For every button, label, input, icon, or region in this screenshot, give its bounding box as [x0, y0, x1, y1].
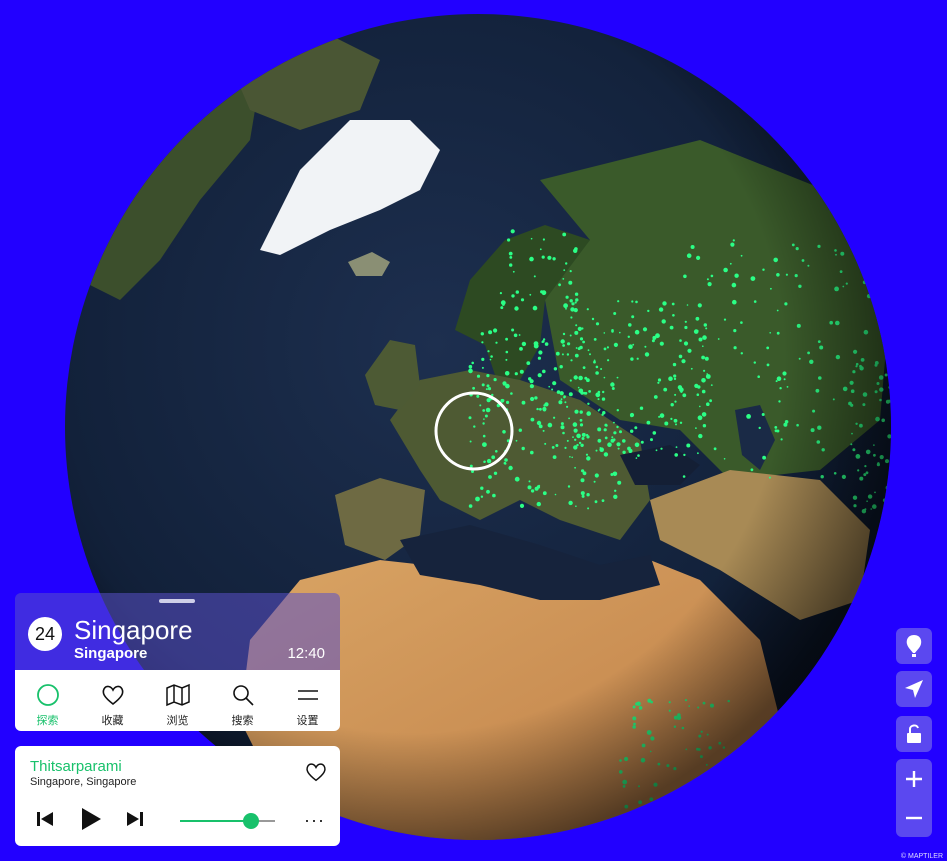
track-location: Singapore, Singapore	[30, 776, 137, 788]
nav-favorites-label: 收藏	[101, 715, 124, 727]
map-attribution[interactable]: © MAPTILER	[901, 853, 943, 860]
zoom-controls	[896, 759, 932, 837]
previous-icon[interactable]	[35, 808, 55, 830]
nav-explore[interactable]: 探索	[15, 670, 80, 731]
lock-icon	[907, 724, 921, 743]
player-card: Thitsarparami Singapore, Singapore ···	[15, 746, 340, 846]
station-dot[interactable]	[628, 813, 633, 818]
local-time: 12:40	[287, 645, 325, 662]
lock-button[interactable]	[896, 716, 932, 752]
next-icon[interactable]	[125, 808, 145, 830]
zoom-out-button[interactable]	[896, 798, 932, 837]
nav-search[interactable]: 搜索	[210, 670, 275, 731]
nav-browse-label: 浏览	[166, 715, 189, 727]
balloon-button[interactable]	[896, 628, 932, 664]
play-icon[interactable]	[79, 806, 103, 832]
nav-search-label: 搜索	[231, 715, 254, 727]
nav-favorites[interactable]: 收藏	[80, 670, 145, 731]
search-icon	[232, 685, 254, 706]
volume-fill	[180, 820, 252, 822]
station-dot[interactable]	[706, 807, 710, 812]
station-name: Singapore	[74, 615, 193, 645]
station-dot[interactable]	[702, 795, 707, 800]
globe-map[interactable]	[0, 0, 947, 861]
heart-icon	[102, 685, 123, 706]
station-dot[interactable]	[705, 790, 710, 795]
drag-handle[interactable]	[159, 599, 195, 603]
station-dot[interactable]	[650, 812, 653, 815]
nav-settings[interactable]: 设置	[275, 670, 340, 731]
volume-knob[interactable]	[243, 813, 260, 829]
balloon-icon	[906, 635, 922, 657]
zoom-in-button[interactable]	[896, 759, 932, 798]
favorite-heart-icon[interactable]	[304, 760, 328, 784]
locate-arrow-icon	[905, 680, 923, 698]
explore-circle-icon	[36, 684, 59, 706]
more-options-button[interactable]: ···	[304, 810, 325, 831]
station-panel[interactable]: 24 Singapore Singapore 12:40	[15, 593, 340, 670]
station-country: Singapore	[74, 645, 148, 662]
station-dot[interactable]	[726, 783, 731, 787]
station-dot[interactable]	[635, 812, 640, 818]
menu-lines-icon	[297, 690, 318, 700]
station-dot[interactable]	[885, 356, 889, 361]
nav-browse[interactable]: 浏览	[145, 670, 210, 731]
volume-slider[interactable]	[180, 813, 275, 829]
zoom-in-icon	[906, 770, 922, 787]
nav-explore-label: 探索	[36, 715, 59, 727]
nav-settings-label: 设置	[296, 715, 319, 727]
track-title[interactable]: Thitsarparami	[30, 758, 122, 775]
locate-button[interactable]	[896, 671, 932, 707]
station-dot[interactable]	[709, 782, 713, 786]
station-count-badge: 24	[28, 617, 62, 651]
zoom-out-icon	[906, 816, 922, 819]
bottom-nav: 探索 收藏 浏览 搜索 设置	[15, 670, 340, 731]
station-dot[interactable]	[674, 813, 677, 816]
map-icon	[165, 683, 190, 707]
station-dot[interactable]	[876, 245, 881, 250]
